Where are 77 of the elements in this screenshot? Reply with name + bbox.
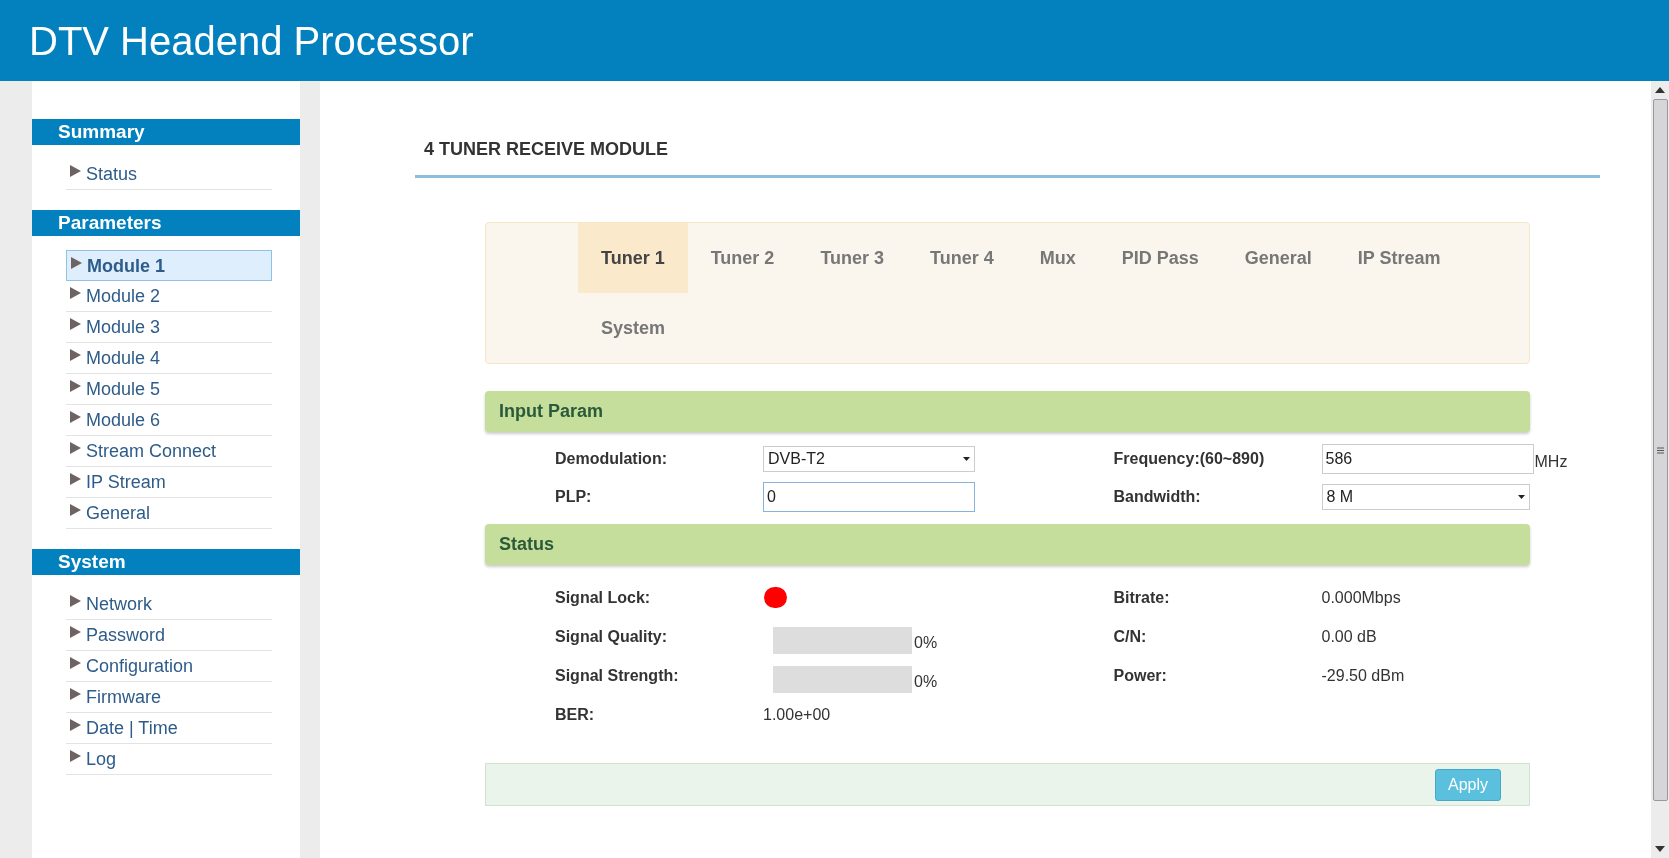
input-field[interactable]: 586 xyxy=(1321,444,1534,474)
grip-icon xyxy=(1656,446,1664,454)
sidebar-item[interactable]: IP Stream xyxy=(66,467,272,498)
triangle-icon xyxy=(70,287,81,299)
input-field[interactable]: 0 xyxy=(763,482,975,512)
sidebar-item[interactable]: Network xyxy=(66,589,272,620)
scroll-thumb[interactable] xyxy=(1652,99,1668,801)
caret-icon xyxy=(963,457,970,461)
status-label: BER: xyxy=(555,704,596,725)
triangle-icon xyxy=(70,626,81,638)
dropdown[interactable]: DVB-T2 xyxy=(763,446,975,472)
field-label: Bandwidth: xyxy=(1113,487,1202,507)
sidebar-item[interactable]: Password xyxy=(66,620,272,651)
sidebar-item[interactable]: Module 2 xyxy=(66,281,272,312)
triangle-icon xyxy=(70,411,81,423)
scrollbar[interactable] xyxy=(1651,81,1669,858)
sidebar-item[interactable]: Module 4 xyxy=(66,343,272,374)
status-label: Signal Strength: xyxy=(555,665,680,686)
sidebar-item[interactable]: General xyxy=(66,498,272,529)
triangle-icon xyxy=(70,442,81,454)
status-value: 0.000Mbps xyxy=(1321,587,1401,608)
sidebar-item[interactable]: Date | Time xyxy=(66,713,272,744)
triangle-icon xyxy=(70,595,81,607)
field-label: Frequency:(60~890) xyxy=(1113,449,1266,469)
meter-reading: 0% xyxy=(914,632,938,653)
sidebar-item[interactable]: Log xyxy=(66,744,272,775)
status-value: 0.00 dB xyxy=(1321,626,1377,647)
sidebar-item[interactable]: Module 1 xyxy=(66,250,272,281)
tab[interactable]: PID Pass xyxy=(1098,223,1222,293)
triangle-icon xyxy=(70,504,81,516)
page-title: 4 TUNER RECEIVE MODULE xyxy=(424,139,669,159)
meter-reading: 0% xyxy=(914,671,938,692)
field-label: Demodulation: xyxy=(555,449,668,469)
sidebar-heading: System xyxy=(32,549,300,575)
tab[interactable]: Tuner 4 xyxy=(907,223,1017,293)
tab[interactable]: Mux xyxy=(1016,223,1099,293)
tab[interactable]: Tuner 2 xyxy=(687,223,798,293)
triangle-icon xyxy=(71,256,82,269)
tab[interactable]: General xyxy=(1221,223,1335,293)
triangle-icon xyxy=(70,349,81,361)
scroll-down-icon[interactable] xyxy=(1655,846,1665,852)
caret-icon xyxy=(1518,495,1525,499)
sidebar-item[interactable]: Firmware xyxy=(66,682,272,713)
triangle-icon xyxy=(70,657,81,669)
status-label: Bitrate: xyxy=(1113,587,1171,608)
status-label: Power: xyxy=(1113,665,1168,686)
sidebar-heading: Summary xyxy=(32,119,300,145)
sidebar-item[interactable]: Configuration xyxy=(66,651,272,682)
triangle-icon xyxy=(70,750,81,762)
triangle-icon xyxy=(70,318,81,330)
sidebar-item[interactable]: Stream Connect xyxy=(66,436,272,467)
sidebar-item[interactable]: Module 5 xyxy=(66,374,272,405)
unit-label: MHz xyxy=(1534,452,1568,472)
triangle-icon xyxy=(70,688,81,700)
tab[interactable]: Tuner 1 xyxy=(578,223,688,293)
triangle-icon xyxy=(70,473,81,485)
status-value: -29.50 dBm xyxy=(1321,665,1405,686)
dropdown[interactable]: 8 M xyxy=(1321,484,1530,510)
sidebar-item[interactable]: Status xyxy=(66,159,272,190)
sidebar-item[interactable]: Module 3 xyxy=(66,312,272,343)
triangle-icon xyxy=(70,719,81,731)
app-title: DTV Headend Processor xyxy=(29,20,474,61)
sidebar-heading: Parameters xyxy=(32,210,300,236)
field-label: PLP: xyxy=(555,487,593,507)
status-label: Signal Lock: xyxy=(555,587,652,608)
triangle-icon xyxy=(70,380,81,392)
scroll-up-icon[interactable] xyxy=(1655,87,1665,93)
status-label: Signal Quality: xyxy=(555,626,668,647)
tab[interactable]: System xyxy=(578,293,689,363)
tab[interactable]: IP Stream xyxy=(1334,223,1464,293)
status-value: 1.00e+00 xyxy=(763,704,831,725)
section-header: Status xyxy=(485,524,1530,565)
section-header: Input Param xyxy=(485,391,1530,432)
status-label: C/N: xyxy=(1113,626,1148,647)
triangle-icon xyxy=(70,165,81,177)
tab[interactable]: Tuner 3 xyxy=(797,223,908,293)
sidebar-item[interactable]: Module 6 xyxy=(66,405,272,436)
